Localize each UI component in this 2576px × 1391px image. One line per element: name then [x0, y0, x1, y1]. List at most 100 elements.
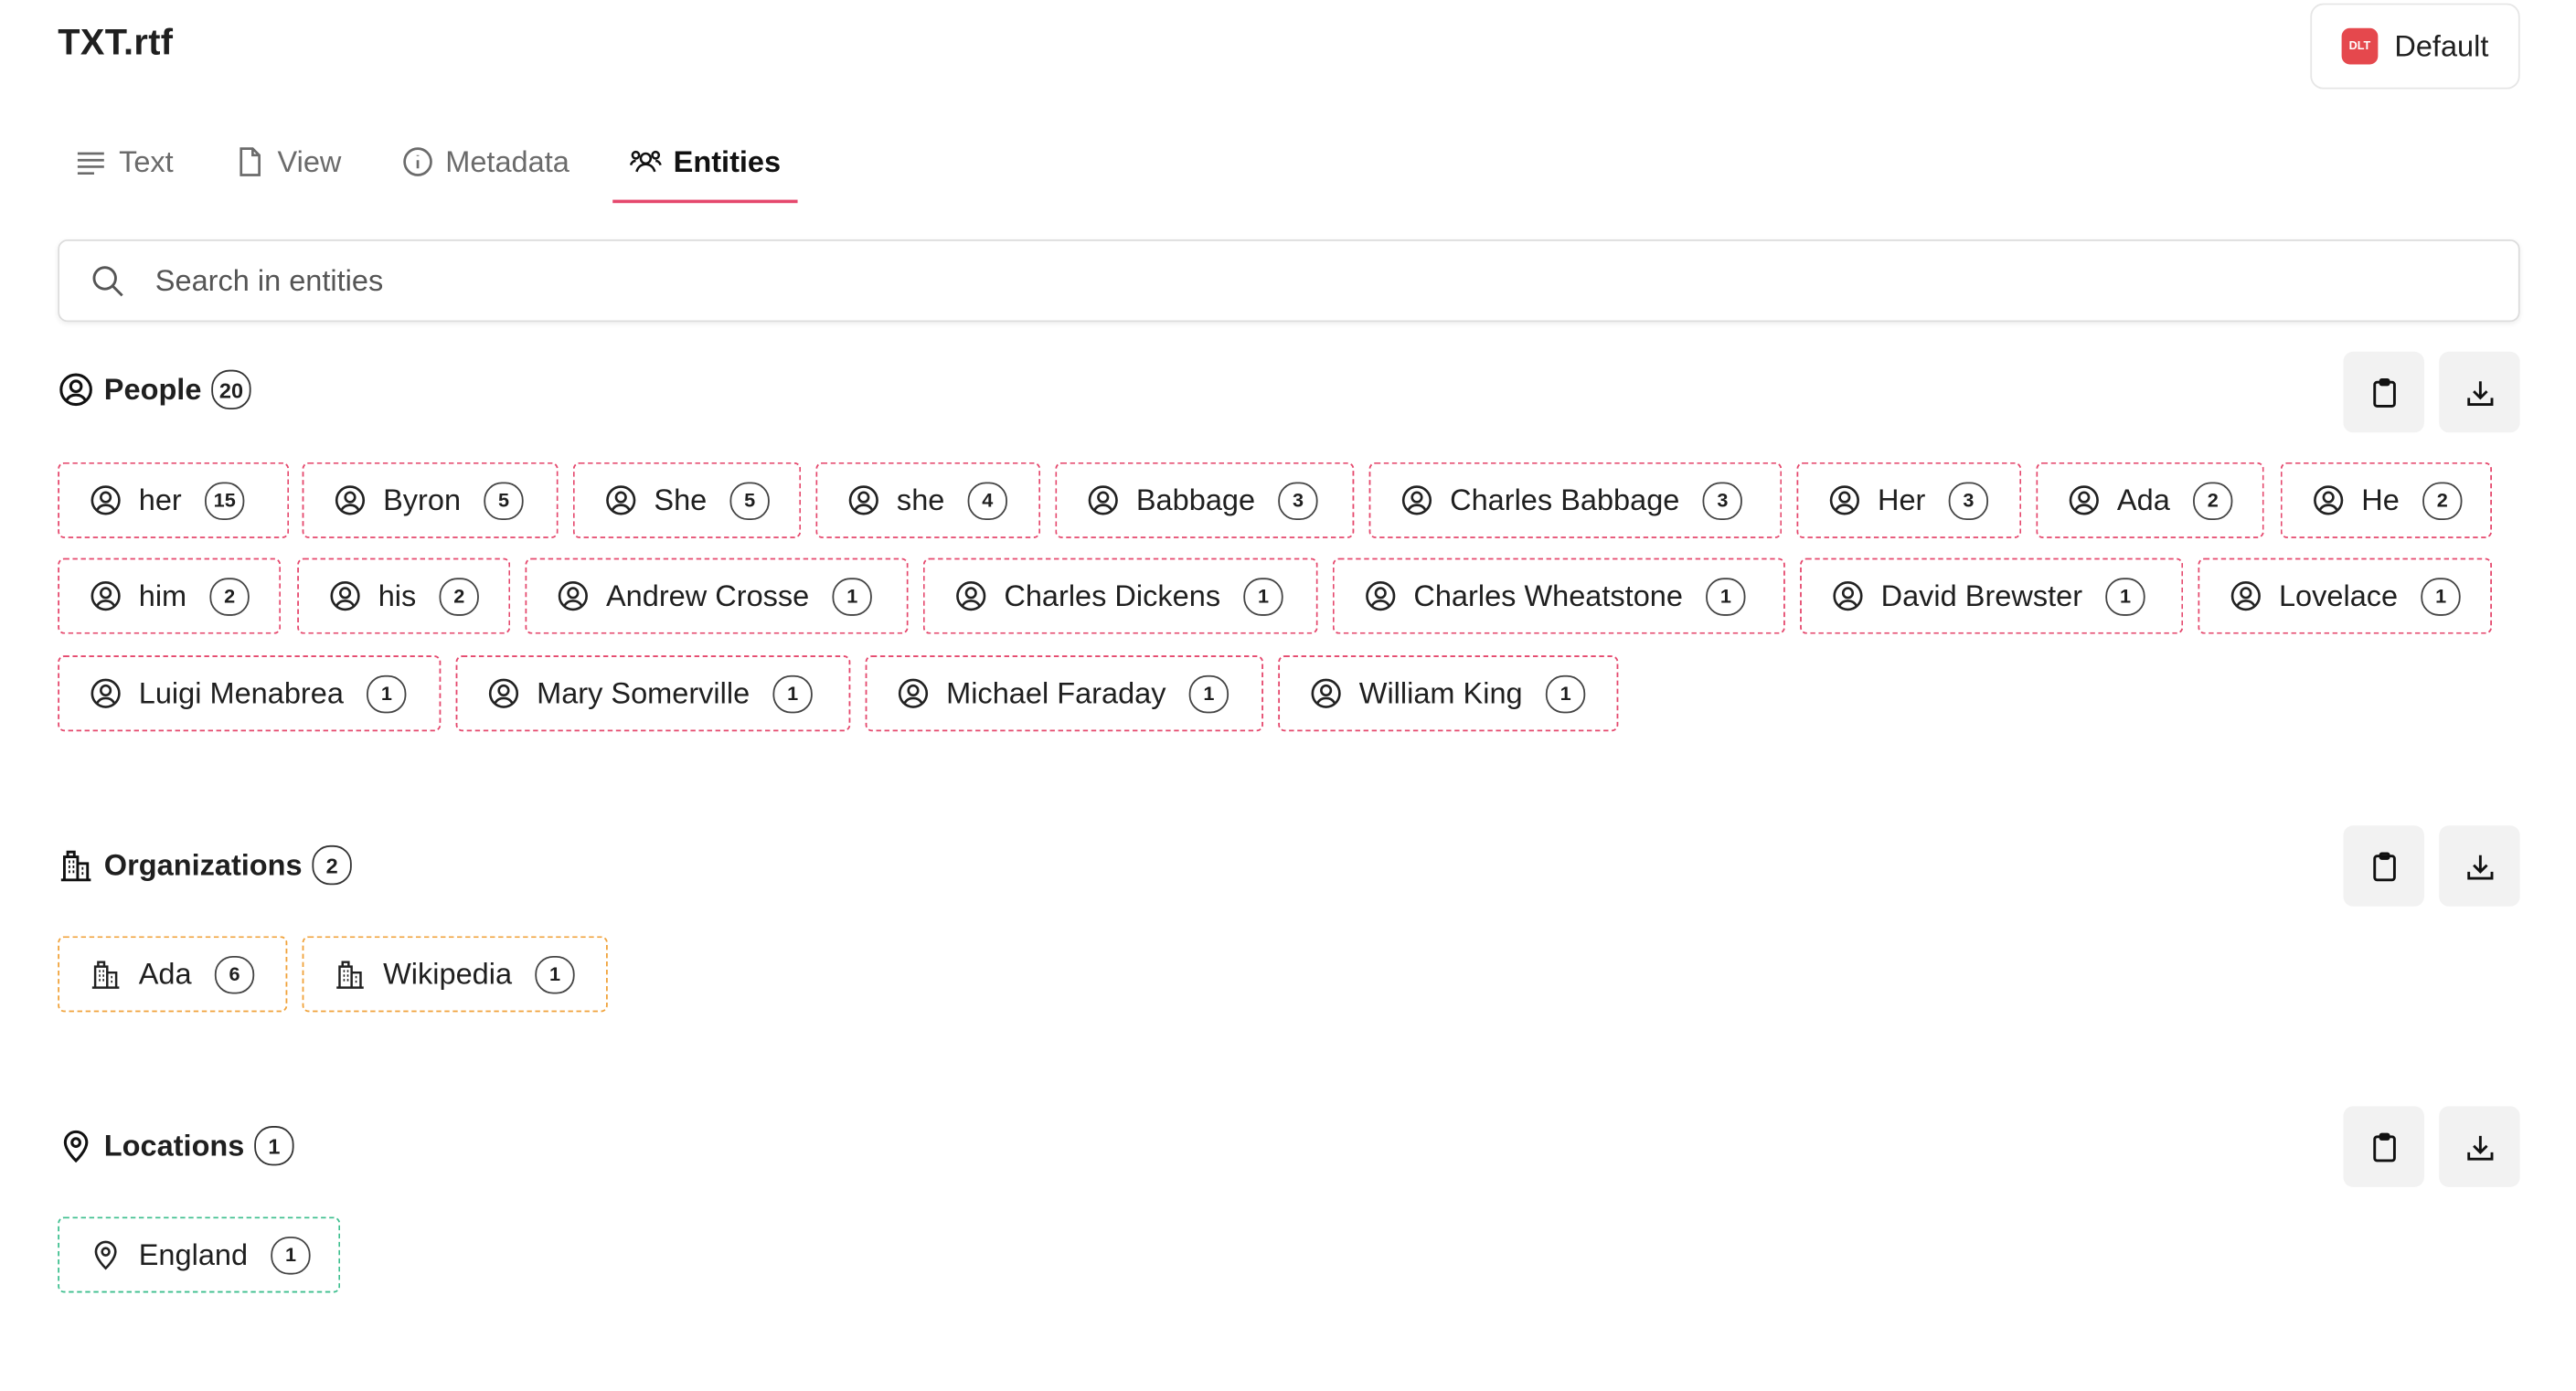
user-circle-icon: [330, 581, 360, 611]
profile-label: Default: [2394, 28, 2489, 62]
entity-chip[interactable]: Ada 6: [58, 936, 288, 1013]
entity-chip[interactable]: She 5: [572, 462, 802, 538]
user-circle-icon: [1829, 485, 1859, 515]
building-icon: [336, 961, 364, 989]
section-title: Locations: [103, 1128, 245, 1162]
entity-chip[interactable]: Andrew Crosse 1: [525, 557, 909, 634]
entity-count-badge: 1: [2421, 577, 2461, 615]
entity-count-badge: 1: [772, 674, 813, 713]
entity-label: Babbage: [1135, 483, 1256, 516]
entity-label: her: [138, 483, 182, 516]
entity-count-badge: 2: [2422, 481, 2463, 520]
people-actions: [2343, 351, 2520, 433]
download-icon: [2466, 1134, 2493, 1160]
entity-chip[interactable]: her 15: [58, 462, 290, 538]
entity-chip[interactable]: she 4: [815, 462, 1041, 538]
entity-chip[interactable]: Mary Somerville 1: [455, 655, 851, 732]
entity-count-badge: 6: [214, 955, 255, 993]
user-circle-icon: [335, 485, 366, 515]
entity-count-badge: 1: [1188, 674, 1229, 713]
entity-chip[interactable]: David Brewster 1: [1800, 557, 2184, 634]
clipboard-icon: [2372, 377, 2395, 407]
entity-chip[interactable]: Charles Babbage 3: [1368, 462, 1783, 538]
map-pin-icon: [94, 1240, 117, 1270]
entity-label: his: [378, 579, 417, 612]
download-button[interactable]: [2439, 351, 2520, 433]
user-circle-icon: [90, 485, 121, 515]
section-count-badge: 2: [312, 844, 352, 886]
entity-chip[interactable]: Her 3: [1796, 462, 2022, 538]
user-circle-icon: [558, 581, 588, 611]
entity-count-badge: 2: [439, 577, 479, 615]
user-circle-icon: [2069, 485, 2099, 515]
section-count-badge: 1: [254, 1126, 294, 1166]
user-circle-icon: [1311, 678, 1341, 708]
tab-label: Text: [119, 144, 174, 178]
tab-text[interactable]: Text: [58, 123, 190, 199]
download-icon: [2466, 854, 2493, 879]
user-circle-icon: [59, 373, 92, 407]
entity-count-badge: 1: [2105, 577, 2145, 615]
entity-count-badge: 1: [1706, 577, 1746, 615]
user-circle-icon: [898, 678, 929, 708]
copy-button[interactable]: [2343, 1106, 2424, 1187]
user-circle-icon: [90, 678, 121, 708]
entity-chip[interactable]: Byron 5: [302, 462, 559, 538]
dlt-badge-icon: DLT: [2341, 27, 2379, 65]
entity-chip[interactable]: He 2: [2280, 462, 2493, 538]
entity-label: She: [654, 483, 708, 516]
tab-entities[interactable]: Entities: [612, 123, 798, 204]
entity-label: England: [138, 1237, 249, 1271]
profile-selector-button[interactable]: DLT Default: [2310, 3, 2520, 90]
user-circle-icon: [2314, 485, 2344, 515]
tab-view[interactable]: View: [217, 123, 358, 199]
entity-label: Mary Somerville: [537, 675, 750, 709]
entity-chip[interactable]: England 1: [58, 1216, 341, 1293]
tab-label: View: [277, 144, 342, 178]
document-title: TXT.rtf: [58, 21, 174, 63]
entity-chip[interactable]: his 2: [297, 557, 511, 634]
entity-chip[interactable]: William King 1: [1278, 655, 1619, 732]
user-circle-icon: [1833, 581, 1863, 611]
map-pin-icon: [63, 1130, 89, 1163]
user-circle-icon: [848, 485, 878, 515]
entity-chip[interactable]: him 2: [58, 557, 282, 634]
user-circle-icon: [1088, 485, 1118, 515]
entity-count-badge: 5: [484, 481, 524, 520]
search-icon: [92, 266, 123, 297]
entity-count-badge: 3: [1948, 481, 1989, 520]
entity-label: Byron: [383, 483, 462, 516]
entity-label: Michael Faraday: [946, 675, 1166, 709]
entity-label: William King: [1358, 675, 1523, 709]
entity-chip[interactable]: Babbage 3: [1055, 462, 1355, 538]
entity-chip[interactable]: Ada 2: [2036, 462, 2264, 538]
entity-count-badge: 15: [205, 481, 245, 520]
download-button[interactable]: [2439, 825, 2520, 907]
section-title: Organizations: [103, 847, 303, 881]
user-circle-icon: [956, 581, 986, 611]
entity-label: him: [138, 579, 187, 612]
user-circle-icon: [488, 678, 519, 708]
info-icon: [402, 147, 432, 176]
entity-label: Andrew Crosse: [605, 579, 810, 612]
search-input[interactable]: [152, 261, 2438, 300]
entity-chip[interactable]: Wikipedia 1: [302, 936, 608, 1013]
search-box: [58, 239, 2520, 323]
entity-label: Charles Wheatstone: [1413, 579, 1683, 612]
entity-count-badge: 1: [832, 577, 872, 615]
tab-metadata[interactable]: Metadata: [384, 123, 586, 199]
user-circle-icon: [90, 581, 121, 611]
user-circle-icon: [606, 485, 636, 515]
entity-chip[interactable]: Charles Wheatstone 1: [1332, 557, 1785, 634]
entity-chip[interactable]: Charles Dickens 1: [922, 557, 1318, 634]
entity-chip[interactable]: Michael Faraday 1: [865, 655, 1263, 732]
entity-chip[interactable]: Luigi Menabrea 1: [58, 655, 442, 732]
entity-count-badge: 2: [209, 577, 250, 615]
entity-chip[interactable]: Lovelace 1: [2198, 557, 2493, 634]
entity-count-badge: 1: [367, 674, 407, 713]
copy-button[interactable]: [2343, 351, 2424, 433]
entity-label: Charles Dickens: [1004, 579, 1221, 612]
user-circle-icon: [1401, 485, 1432, 515]
download-button[interactable]: [2439, 1106, 2520, 1187]
copy-button[interactable]: [2343, 825, 2424, 907]
